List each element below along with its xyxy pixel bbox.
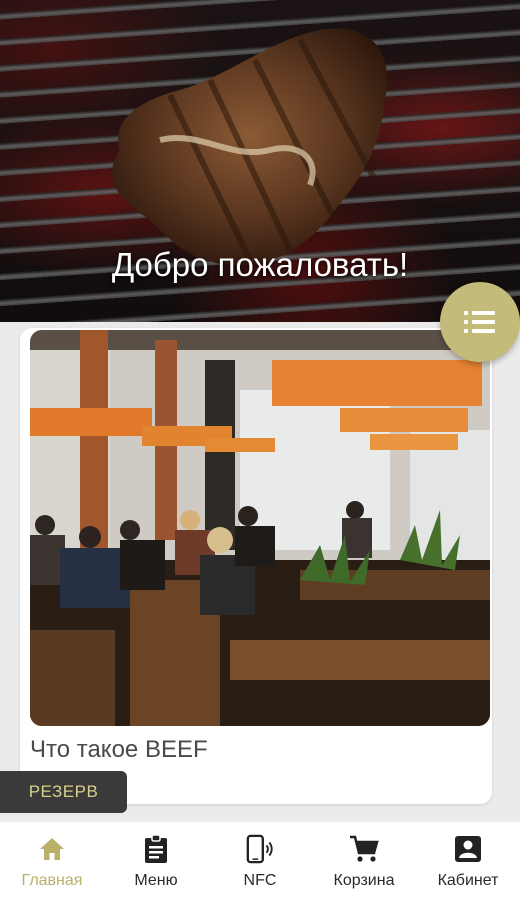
card-title[interactable]: Что такое BEEF xyxy=(30,736,208,764)
welcome-title: Добро пожаловать! xyxy=(111,246,409,283)
restaurant-interior-illustration xyxy=(30,330,490,726)
nav-label-cart: Корзина xyxy=(333,872,395,889)
menu-list-fab[interactable] xyxy=(440,282,520,362)
about-card[interactable]: Что такое BEEF xyxy=(20,328,492,804)
nav-label-account: Кабинет xyxy=(437,872,499,889)
reserve-button-label: РЕЗЕРВ xyxy=(28,782,99,801)
clipboard-icon xyxy=(141,834,171,864)
nav-item-menu[interactable]: Меню xyxy=(104,822,208,900)
reserve-button[interactable]: РЕЗЕРВ xyxy=(0,771,127,813)
nfc-phone-icon xyxy=(245,834,275,864)
nav-item-home[interactable]: Главная xyxy=(0,822,104,900)
restaurant-photo xyxy=(30,330,490,726)
nav-label-nfc: NFC xyxy=(243,872,277,889)
nav-item-account[interactable]: Кабинет xyxy=(416,822,520,900)
cart-icon xyxy=(349,834,379,864)
nav-label-home: Главная xyxy=(21,872,83,889)
list-icon xyxy=(464,311,495,333)
hero-banner: Добро пожаловать! xyxy=(0,0,520,322)
home-icon xyxy=(37,834,67,864)
nav-item-cart[interactable]: Корзина xyxy=(312,822,416,900)
nav-label-menu: Меню xyxy=(134,872,178,889)
nav-item-nfc[interactable]: NFC xyxy=(208,822,312,900)
account-icon xyxy=(453,834,483,864)
bottom-navigation: Главная Меню NFC Корзина Кабинет xyxy=(0,822,520,900)
steak-image xyxy=(111,28,388,266)
